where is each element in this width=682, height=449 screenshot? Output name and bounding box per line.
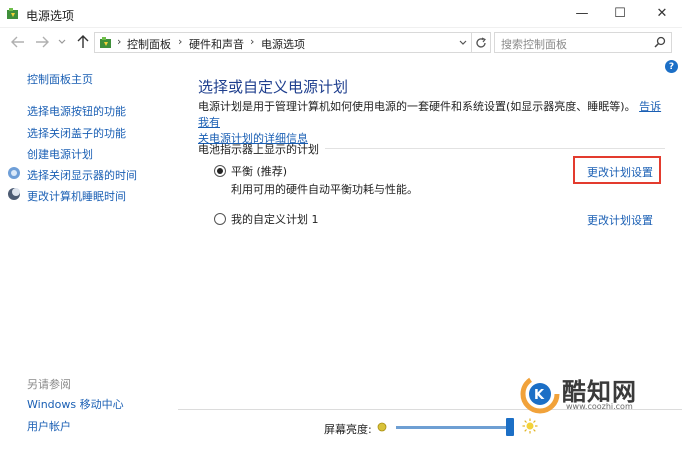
- window-title: 电源选项: [26, 9, 75, 23]
- see-also-mobility-center[interactable]: Windows 移动中心: [27, 396, 124, 412]
- sidebar-item-display-off-time[interactable]: 选择关闭显示器的时间: [27, 167, 137, 183]
- bright-sun-icon: [522, 418, 538, 434]
- see-also-title: 另请参阅: [27, 378, 71, 391]
- change-plan-settings-custom[interactable]: 更改计划设置: [587, 212, 653, 228]
- maximize-icon: ☐: [614, 5, 626, 21]
- sidebar-control-panel-home[interactable]: 控制面板主页: [27, 71, 93, 87]
- watermark-url: www.coozhi.com: [566, 402, 633, 411]
- plan-custom-radio[interactable]: [214, 213, 226, 225]
- search-input[interactable]: 搜索控制面板: [501, 36, 567, 52]
- description-text: 电源计划是用于管理计算机如何使用电源的一套硬件和系统设置(如显示器亮度、睡眠等)…: [198, 100, 636, 113]
- display-timeout-icon: [8, 167, 20, 179]
- breadcrumb-power-options[interactable]: 电源选项: [261, 36, 305, 52]
- change-plan-settings-balanced[interactable]: 更改计划设置: [587, 164, 653, 180]
- plan-balanced-description: 利用可用的硬件自动平衡功耗与性能。: [231, 183, 418, 196]
- breadcrumb-hardware-sound[interactable]: 硬件和声音: [189, 36, 244, 52]
- sidebar-item-lid-close[interactable]: 选择关闭盖子的功能: [27, 125, 126, 141]
- plan-custom-name: 我的自定义计划 1: [231, 213, 319, 226]
- power-options-icon: [7, 8, 18, 19]
- brightness-label: 屏幕亮度:: [324, 423, 372, 436]
- title-bar: 电源选项 — ☐ ✕: [0, 0, 682, 28]
- watermark-logo-icon: K: [520, 374, 560, 414]
- plan-balanced-name: 平衡 (推荐): [231, 165, 288, 178]
- sidebar-item-power-button[interactable]: 选择电源按钮的功能: [27, 103, 126, 119]
- address-box[interactable]: › 控制面板 › 硬件和声音 › 电源选项: [94, 32, 472, 53]
- forward-arrow-icon: [36, 36, 49, 48]
- refresh-button[interactable]: [471, 32, 491, 53]
- page-title: 选择或自定义电源计划: [198, 78, 349, 96]
- divider: [325, 148, 665, 149]
- sleep-icon: [8, 188, 20, 200]
- navigation-bar: › 控制面板 › 硬件和声音 › 电源选项 搜索控制面板: [0, 28, 682, 56]
- close-button[interactable]: ✕: [645, 0, 679, 26]
- control-panel-icon: [100, 37, 111, 48]
- sidebar-item-create-plan[interactable]: 创建电源计划: [27, 146, 93, 162]
- see-also-user-accounts[interactable]: 用户帐户: [27, 418, 71, 434]
- back-button[interactable]: [10, 34, 26, 50]
- refresh-icon: [475, 36, 486, 48]
- minimize-button[interactable]: —: [565, 0, 599, 26]
- close-icon: ✕: [656, 5, 668, 21]
- breadcrumb-control-panel[interactable]: 控制面板: [127, 36, 171, 52]
- dim-sun-icon: [377, 422, 387, 432]
- breadcrumb-separator: ›: [178, 35, 183, 48]
- brightness-slider-thumb[interactable]: [506, 418, 515, 436]
- up-button[interactable]: [75, 34, 91, 50]
- maximize-button[interactable]: ☐: [603, 0, 637, 26]
- breadcrumb-separator: ›: [250, 35, 255, 48]
- svg-text:K: K: [534, 388, 545, 403]
- page-description: 电源计划是用于管理计算机如何使用电源的一套硬件和系统设置(如显示器亮度、睡眠等)…: [198, 99, 668, 147]
- back-arrow-icon: [11, 36, 24, 48]
- recent-locations-button[interactable]: [56, 34, 68, 50]
- up-arrow-icon: [77, 35, 89, 48]
- plan-group-title: 电池指示器上显示的计划: [198, 143, 319, 156]
- breadcrumb-separator: ›: [117, 35, 122, 48]
- search-box[interactable]: 搜索控制面板: [494, 32, 672, 53]
- brightness-slider[interactable]: [396, 426, 514, 429]
- forward-button[interactable]: [34, 34, 50, 50]
- help-icon[interactable]: ?: [665, 60, 678, 73]
- minimize-icon: —: [575, 5, 589, 21]
- search-icon[interactable]: [654, 36, 666, 48]
- chevron-down-icon: [58, 39, 66, 44]
- address-dropdown-icon[interactable]: [459, 35, 467, 49]
- sidebar-item-sleep-time[interactable]: 更改计算机睡眠时间: [27, 188, 126, 204]
- brightness-slider-fill: [396, 426, 511, 429]
- plan-balanced-radio[interactable]: [214, 165, 226, 177]
